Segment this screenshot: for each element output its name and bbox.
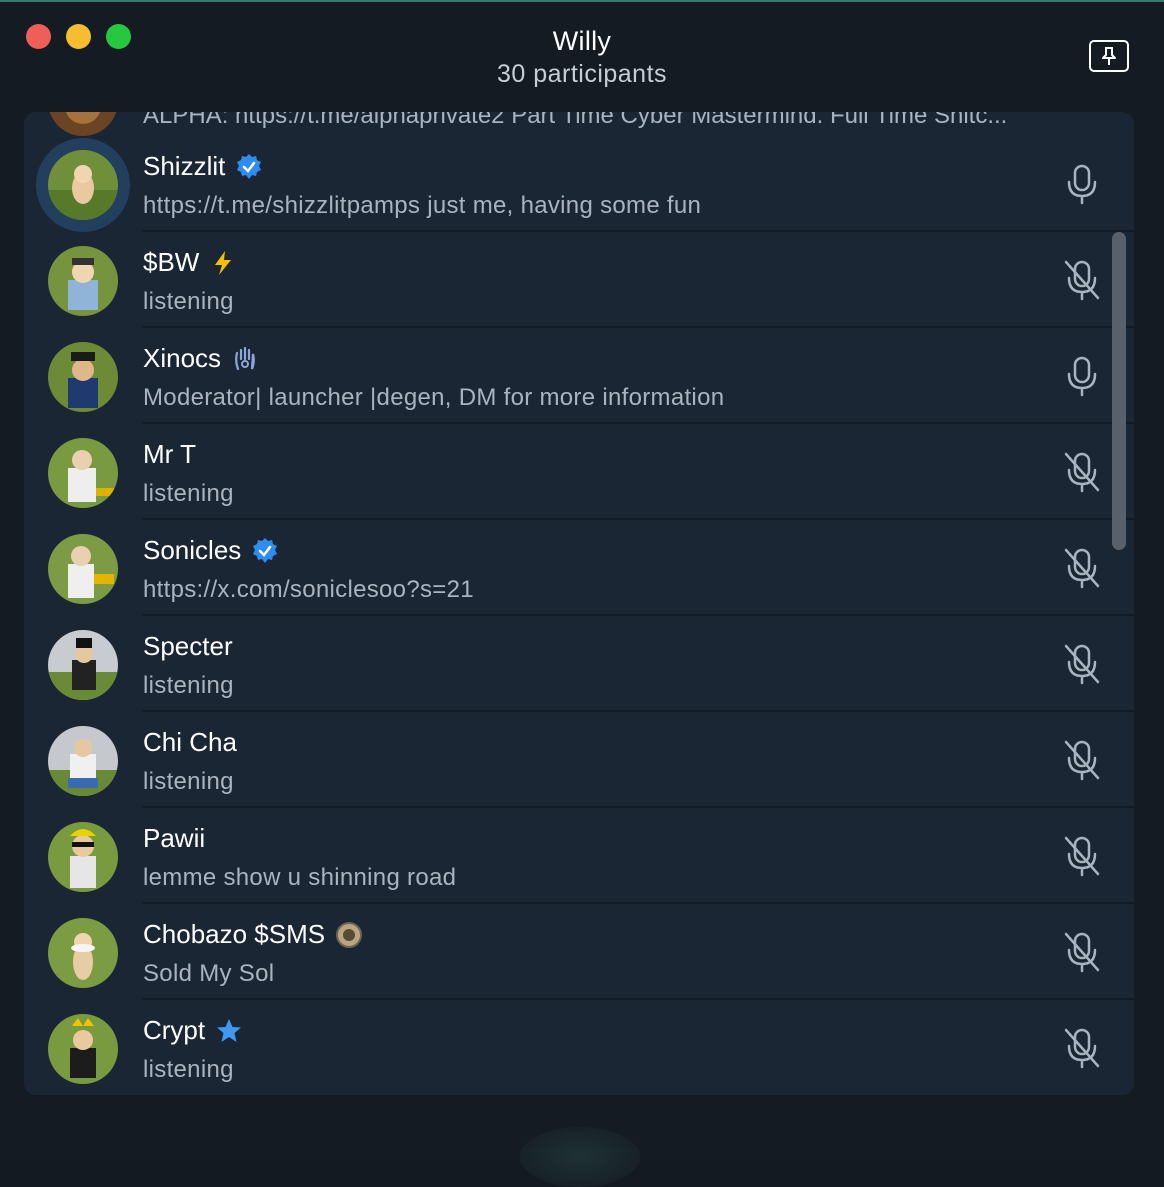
participant-row-partial[interactable]: ALPHA: https://t.me/alphaprivate2 Part T… (24, 112, 1134, 136)
avatar (48, 112, 118, 136)
participant-name: Xinocs (143, 343, 222, 373)
participant-row[interactable]: Chi Cha listening (24, 712, 1134, 808)
avatar (48, 1014, 118, 1084)
participant-about: Moderator| launcher |degen, DM for more … (143, 384, 725, 411)
participant-name-line: Pawii (143, 823, 205, 854)
avatar (48, 342, 118, 412)
participant-about: lemme show u shinning road (143, 864, 457, 891)
microphone-muted-icon[interactable] (1061, 834, 1103, 878)
participant-name: Pawii (143, 823, 206, 853)
scrollbar-thumb[interactable] (1112, 232, 1126, 550)
participant-about: https://t.me/shizzlitpamps just me, havi… (143, 192, 702, 219)
participant-row[interactable]: Shizzlit https://t.me/shizzlitpamps just… (24, 136, 1134, 232)
avatar (48, 726, 118, 796)
avatar (48, 822, 118, 892)
participant-row[interactable]: Specter listening (24, 616, 1134, 712)
star-icon (217, 1018, 242, 1042)
participant-about: listening (143, 480, 234, 507)
microphone-muted-icon[interactable] (1061, 738, 1103, 782)
participant-name-line: Specter (143, 631, 233, 662)
participant-name: Shizzlit (143, 151, 226, 181)
participant-row[interactable]: $BW listening (24, 232, 1134, 328)
participant-name: Specter (143, 631, 233, 661)
participant-name-line: Crypt (143, 1015, 243, 1046)
participant-name-line: Shizzlit (143, 151, 263, 182)
participant-about: listening (143, 768, 234, 795)
participant-about: listening (143, 1056, 234, 1083)
participant-name: Sonicles (143, 535, 242, 565)
hamsa-icon (235, 346, 255, 370)
microphone-muted-icon[interactable] (1061, 930, 1103, 974)
participant-name-line: Mr T (143, 439, 196, 470)
participant-row[interactable]: Xinocs Moderator| launcher |degen, DM fo… (24, 328, 1134, 424)
participant-about: listening (143, 672, 234, 699)
avatar (48, 918, 118, 988)
participants-list: ALPHA: https://t.me/alphaprivate2 Part T… (24, 112, 1134, 1095)
participant-row[interactable]: Chobazo $SMS Sold My Sol (24, 904, 1134, 1000)
voice-chat-window: Willy 30 participants ALPHA: https://t.m… (0, 0, 1164, 1187)
avatar (48, 534, 118, 604)
microphone-muted-icon[interactable] (1061, 642, 1103, 686)
participant-name: Crypt (143, 1015, 206, 1045)
microphone-icon[interactable] (1061, 354, 1103, 398)
participant-name: $BW (143, 247, 200, 277)
participant-row[interactable]: Pawii lemme show u shinning road (24, 808, 1134, 904)
microphone-muted-icon[interactable] (1061, 450, 1103, 494)
coin-icon (336, 921, 363, 948)
participant-row[interactable]: Mr T listening (24, 424, 1134, 520)
participant-name: Chi Cha (143, 727, 237, 757)
participant-name-line: Chobazo $SMS (143, 919, 363, 950)
participant-name: Mr T (143, 439, 196, 469)
bottom-glow (520, 1127, 640, 1187)
participant-about: https://x.com/soniclesoo?s=21 (143, 576, 474, 603)
participant-name-line: $BW (143, 247, 237, 278)
avatar (48, 246, 118, 316)
avatar (48, 150, 118, 220)
participants-count: 30 participants (496, 60, 668, 88)
participant-name-line: Sonicles (143, 535, 279, 566)
avatar (48, 438, 118, 508)
participant-row[interactable]: Sonicles https://x.com/soniclesoo?s=21 (24, 520, 1134, 616)
avatar (48, 630, 118, 700)
participant-row[interactable]: Crypt listening (24, 1000, 1134, 1095)
participant-name: Chobazo $SMS (143, 919, 326, 949)
participant-name-line: Xinocs (143, 343, 259, 374)
lightning-icon (215, 250, 232, 275)
verified-icon (237, 153, 262, 179)
pin-icon (1102, 47, 1116, 65)
verified-icon (253, 537, 278, 563)
microphone-muted-icon[interactable] (1061, 258, 1103, 302)
microphone-muted-icon[interactable] (1061, 546, 1103, 590)
microphone-muted-icon[interactable] (1061, 1026, 1103, 1070)
participant-name-line: Chi Cha (143, 727, 237, 758)
chat-title: Willy (552, 26, 612, 56)
participant-about: listening (143, 288, 234, 315)
microphone-icon[interactable] (1061, 162, 1103, 206)
participant-about: Sold My Sol (143, 960, 275, 987)
participant-about: ALPHA: https://t.me/alphaprivate2 Part T… (143, 112, 1008, 129)
pin-window-button[interactable] (1089, 40, 1129, 72)
